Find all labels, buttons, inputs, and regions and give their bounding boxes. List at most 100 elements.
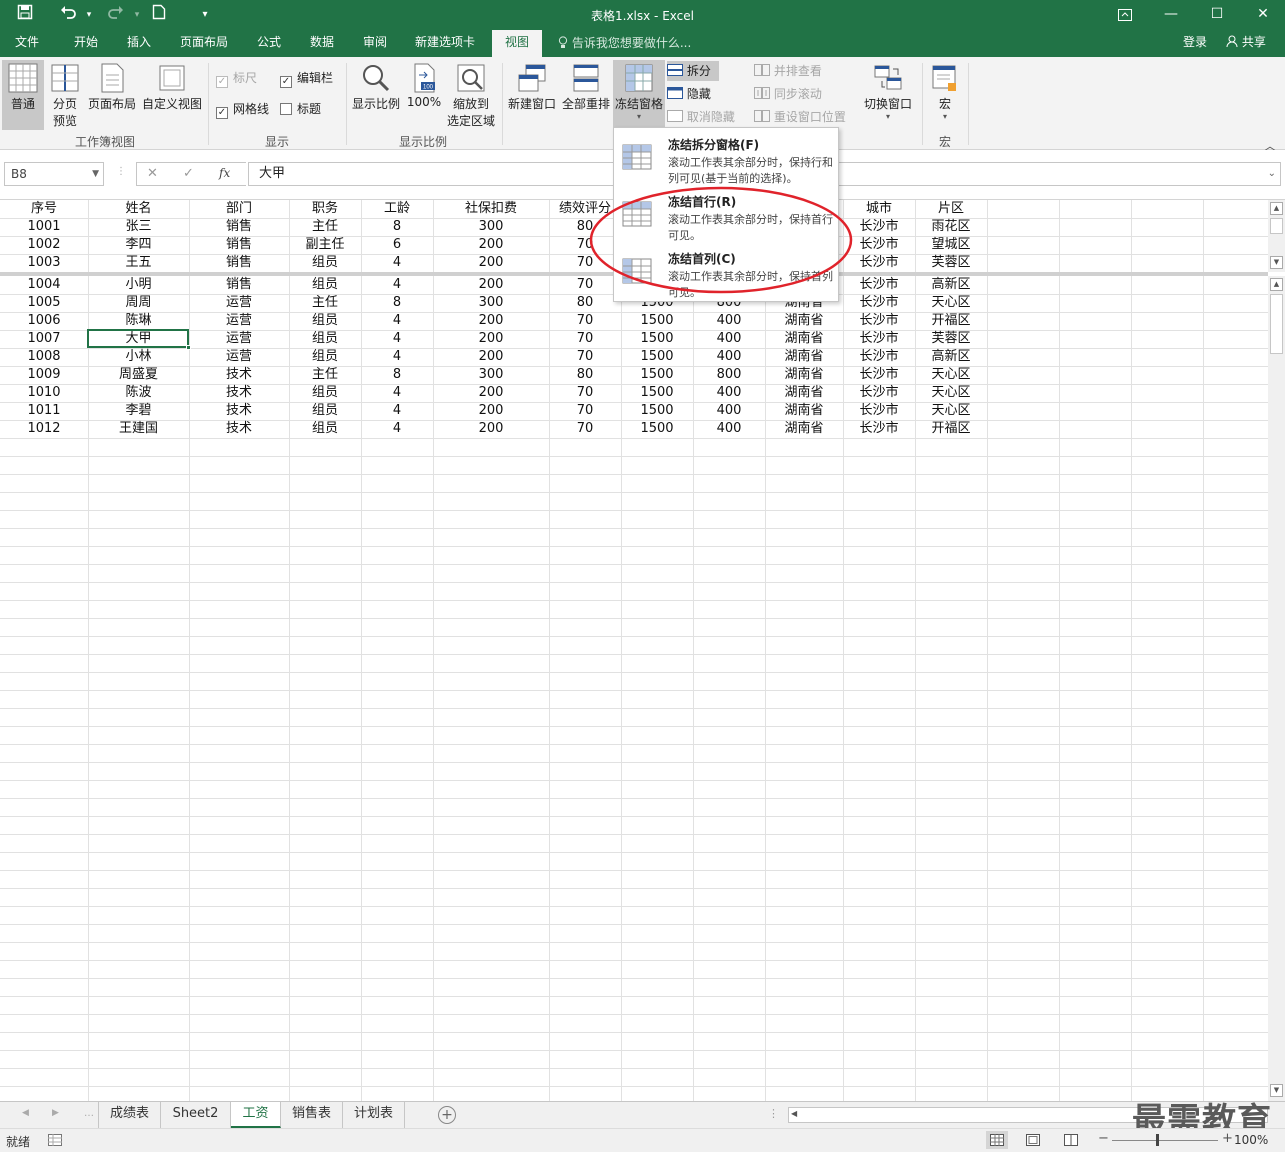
table-row-cell-col-name[interactable]: 周周: [88, 294, 189, 312]
table-row-cell-col-performance[interactable]: 70: [549, 312, 621, 330]
ribbon-display-options-button[interactable]: [1102, 0, 1148, 30]
table-row-cell-col-i[interactable]: 400: [693, 384, 765, 402]
tab-view[interactable]: 视图: [492, 30, 542, 57]
table-row-cell-col-social-insurance[interactable]: 200: [433, 402, 549, 420]
customize-qat-icon[interactable]: ▾: [194, 4, 216, 26]
table-row-cell-col-name[interactable]: 李碧: [88, 402, 189, 420]
table-row-cell-col-performance[interactable]: 70: [549, 420, 621, 438]
table-row-cell-col-district[interactable]: 天心区: [915, 384, 987, 402]
table-row-cell-col-name[interactable]: 小明: [88, 276, 189, 294]
sheet-tab-sales[interactable]: 销售表: [281, 1102, 343, 1128]
table-row-cell-col-title[interactable]: 副主任: [289, 236, 361, 254]
vertical-scrollbar-top[interactable]: ▲ ▼: [1268, 200, 1285, 272]
view-side-by-side-button[interactable]: 并排查看: [754, 61, 822, 81]
table-row-cell-col-performance[interactable]: 70: [549, 402, 621, 420]
table-row-cell-col-seniority[interactable]: 4: [361, 254, 433, 272]
arrange-all-button[interactable]: 全部重排: [560, 60, 612, 112]
table-row-cell-col-province[interactable]: 湖南省: [765, 312, 843, 330]
table-row-cell-col-name[interactable]: 王五: [88, 254, 189, 272]
macros-button[interactable]: 宏 ▾: [926, 60, 964, 121]
table-row-cell-col-seniority[interactable]: 8: [361, 366, 433, 384]
table-row-cell-col-title[interactable]: 组员: [289, 420, 361, 438]
table-row-cell-col-dept[interactable]: 技术: [189, 384, 289, 402]
table-row-cell-col-performance[interactable]: 80: [549, 366, 621, 384]
table-row-cell-col-i[interactable]: 400: [693, 330, 765, 348]
table-row-cell-col-district[interactable]: 天心区: [915, 402, 987, 420]
gridlines-checkbox[interactable]: ✓ 网格线: [216, 99, 269, 119]
freeze-panes-option[interactable]: 冻结拆分窗格(F) 滚动工作表其余部分时，保持行和列可见(基于当前的选择)。: [614, 130, 838, 186]
table-row-cell-col-name[interactable]: 王建国: [88, 420, 189, 438]
table-row-cell-col-i[interactable]: 400: [693, 348, 765, 366]
scroll-thumb[interactable]: [1270, 218, 1283, 234]
table-row-cell-col-seniority[interactable]: 4: [361, 276, 433, 294]
table-row-cell-col-province[interactable]: 湖南省: [765, 402, 843, 420]
table-row-cell-col-social-insurance[interactable]: 300: [433, 366, 549, 384]
table-row-cell-col-name[interactable]: 陈波: [88, 384, 189, 402]
table-row-cell-col-social-insurance[interactable]: 200: [433, 276, 549, 294]
table-row-cell-col-h[interactable]: 1500: [621, 402, 693, 420]
table-row-cell-col-dept[interactable]: 技术: [189, 420, 289, 438]
table-row-cell-col-city[interactable]: 长沙市: [843, 312, 915, 330]
table-row-cell-col-i[interactable]: 800: [693, 366, 765, 384]
table-row-cell-col-social-insurance[interactable]: 200: [433, 254, 549, 272]
table-row-cell-col-performance[interactable]: 70: [549, 384, 621, 402]
tab-file[interactable]: 文件: [0, 30, 54, 57]
table-row-cell-col-title[interactable]: 主任: [289, 218, 361, 236]
undo-dropdown-icon[interactable]: ▾: [78, 4, 100, 26]
table-row-cell-col-seniority[interactable]: 4: [361, 384, 433, 402]
table-row-cell-col-name[interactable]: 陈琳: [88, 312, 189, 330]
split-button[interactable]: 拆分: [667, 61, 719, 81]
table-row-cell-col-province[interactable]: 湖南省: [765, 420, 843, 438]
table-row-cell-col-h[interactable]: 1500: [621, 384, 693, 402]
header-cell-col-dept[interactable]: 部门: [189, 200, 289, 218]
table-row-cell-col-city[interactable]: 长沙市: [843, 330, 915, 348]
zoom-level[interactable]: 100%: [1234, 1133, 1268, 1147]
table-row-cell-col-seniority[interactable]: 4: [361, 348, 433, 366]
headings-checkbox[interactable]: 标题: [280, 99, 321, 119]
sheet-tab-grades[interactable]: 成绩表: [99, 1102, 161, 1128]
page-layout-view-button[interactable]: 页面布局: [86, 60, 138, 112]
table-row-cell-col-seniority[interactable]: 4: [361, 402, 433, 420]
table-row-cell-col-id[interactable]: 1009: [0, 366, 88, 384]
enter-icon[interactable]: ✓: [183, 166, 194, 181]
table-row-cell-col-city[interactable]: 长沙市: [843, 384, 915, 402]
sheet-tab-salary[interactable]: 工资: [231, 1102, 281, 1128]
tab-insert[interactable]: 插入: [114, 30, 164, 57]
formula-bar-checkbox[interactable]: ✓ 编辑栏: [280, 68, 333, 88]
table-row-cell-col-h[interactable]: 1500: [621, 330, 693, 348]
worksheet-grid[interactable]: 序号 姓名 部门 职务 工龄 社保扣费 绩效评分 城市 片区 1001 张三 销售 主任 8 300 80 长沙…: [0, 200, 1268, 1101]
table-row-cell-col-district[interactable]: 望城区: [915, 236, 987, 254]
table-row-cell-col-district[interactable]: 高新区: [915, 276, 987, 294]
table-row-cell-col-title[interactable]: 组员: [289, 254, 361, 272]
table-row-cell-col-id[interactable]: 1002: [0, 236, 88, 254]
table-row-cell-col-social-insurance[interactable]: 300: [433, 294, 549, 312]
hide-button[interactable]: 隐藏: [667, 84, 711, 104]
sign-in-link[interactable]: 登录: [1176, 30, 1214, 57]
table-row-cell-col-seniority[interactable]: 8: [361, 294, 433, 312]
scroll-up-arrow-icon[interactable]: ▲: [1270, 202, 1283, 215]
zoom-to-selection-button[interactable]: 缩放到 选定区域: [446, 60, 496, 129]
table-row-cell-col-name[interactable]: 李四: [88, 236, 189, 254]
table-row-cell-col-city[interactable]: 长沙市: [843, 420, 915, 438]
table-row-cell-col-h[interactable]: 1500: [621, 366, 693, 384]
table-row-cell-col-social-insurance[interactable]: 200: [433, 330, 549, 348]
header-cell-col-name[interactable]: 姓名: [88, 200, 189, 218]
table-row-cell-col-dept[interactable]: 运营: [189, 312, 289, 330]
table-row-cell-col-social-insurance[interactable]: 200: [433, 384, 549, 402]
fill-handle[interactable]: [186, 345, 191, 350]
header-cell-col-social-insurance[interactable]: 社保扣费: [433, 200, 549, 218]
table-row-cell-col-id[interactable]: 1006: [0, 312, 88, 330]
table-row-cell-col-dept[interactable]: 运营: [189, 348, 289, 366]
macro-record-icon[interactable]: [48, 1134, 62, 1149]
zoom-slider-track[interactable]: [1112, 1140, 1218, 1141]
table-row-cell-col-id[interactable]: 1010: [0, 384, 88, 402]
scroll-down-arrow-icon[interactable]: ▼: [1270, 256, 1283, 269]
table-row-cell-col-district[interactable]: 天心区: [915, 294, 987, 312]
table-row-cell-col-id[interactable]: 1008: [0, 348, 88, 366]
tab-formulas[interactable]: 公式: [246, 30, 292, 57]
page-layout-status-icon[interactable]: [1026, 1134, 1040, 1149]
maximize-button[interactable]: ☐: [1194, 0, 1240, 30]
insert-function-icon[interactable]: fx: [219, 166, 230, 180]
header-cell-col-seniority[interactable]: 工龄: [361, 200, 433, 218]
more-sheets-left-icon[interactable]: …: [84, 1108, 94, 1119]
